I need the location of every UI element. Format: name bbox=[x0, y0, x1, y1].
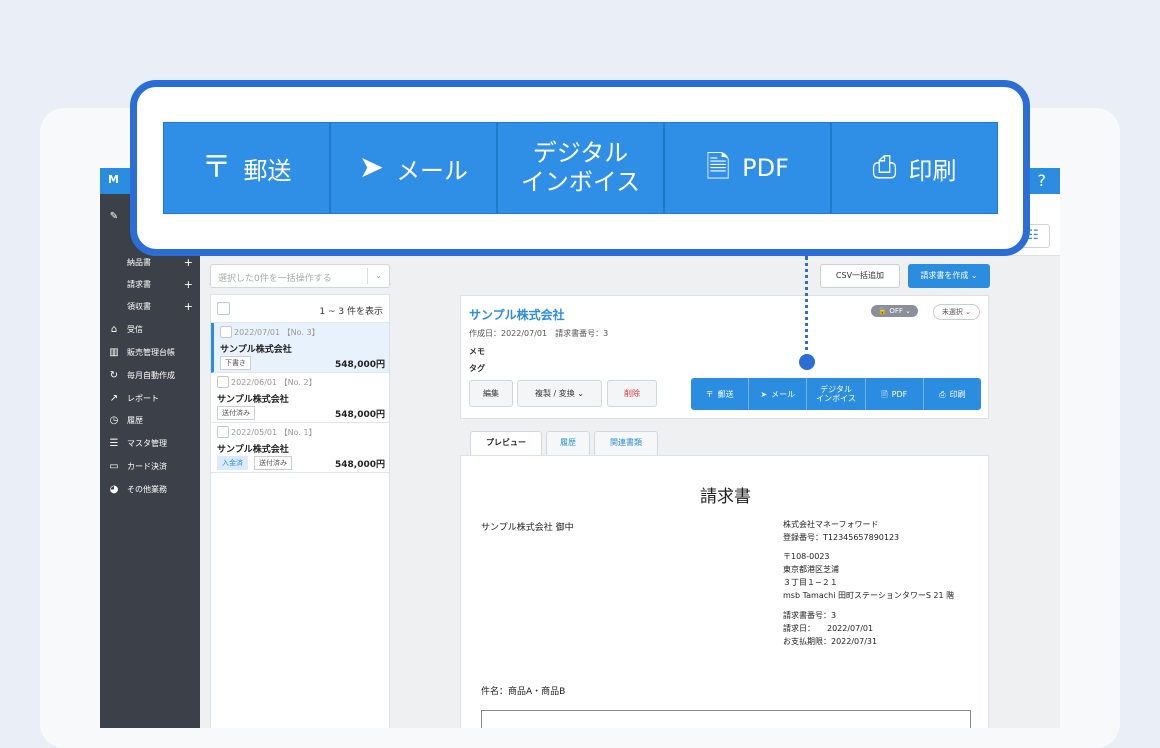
issuer-block: 株式会社マネーフォワード 登録番号：T12345657890123 〒108-0… bbox=[783, 520, 955, 646]
csv-import-button[interactable]: CSV一括追加 bbox=[820, 264, 900, 288]
sidebar-item-receipt[interactable]: 領収書 + bbox=[127, 298, 193, 314]
document-title: 請求書 bbox=[700, 487, 751, 507]
status-badge: 入金済 bbox=[217, 456, 248, 470]
history-icon: ◷ bbox=[109, 414, 119, 426]
digital-invoice-button-zoomed[interactable]: デジタル インボイス bbox=[498, 123, 665, 213]
document-icon: 🗎 bbox=[706, 150, 731, 185]
row-name: サンプル株式会社 bbox=[220, 345, 292, 355]
postal-mark-icon: 〒 bbox=[201, 150, 232, 185]
postal-mark-icon: 〒 bbox=[705, 389, 714, 399]
sidebar-item-other[interactable]: ◕ その他業務 bbox=[106, 481, 196, 497]
client-name: サンプル株式会社 御中 bbox=[481, 523, 574, 533]
tab-preview[interactable]: プレビュー bbox=[470, 431, 542, 457]
paper-plane-icon: ➤ bbox=[760, 389, 768, 399]
copy-convert-button[interactable]: 複製 / 変換 ⌄ bbox=[517, 380, 602, 407]
document-icon: 🗎 bbox=[881, 389, 888, 399]
sidebar-item-auto-create[interactable]: ↻ 毎月自動作成 bbox=[106, 367, 196, 383]
row-name: サンプル株式会社 bbox=[217, 395, 289, 405]
printer-icon: ⎙ bbox=[872, 150, 897, 185]
tag-label: タグ bbox=[469, 364, 485, 373]
ledger-icon: ▥ bbox=[109, 346, 119, 358]
send-options-bar-zoomed: 〒郵送 ➤ メール デジタル インボイス 🗎 PDF ⎙ 印刷 bbox=[163, 122, 998, 214]
callout-connector bbox=[805, 256, 808, 358]
print-button[interactable]: ⎙ 印刷 bbox=[924, 378, 981, 410]
row-checkbox[interactable] bbox=[220, 326, 232, 338]
edit-button[interactable]: 編集 bbox=[469, 380, 513, 407]
print-button-zoomed[interactable]: ⎙ 印刷 bbox=[832, 123, 997, 213]
delete-button[interactable]: 削除 bbox=[607, 380, 657, 407]
status-badge: 下書き bbox=[220, 356, 251, 370]
chevron-down-icon: ⌄ bbox=[367, 268, 389, 284]
bulk-action-select[interactable]: 選択した0件を一括操作する ⌄ bbox=[210, 264, 390, 288]
list-item[interactable]: 2022/07/01 【No. 3】 サンプル株式会社 下書き 548,000円 bbox=[211, 323, 389, 373]
row-amount: 548,000円 bbox=[335, 360, 385, 370]
select-all-checkbox[interactable] bbox=[217, 302, 230, 315]
inbox-icon: ⌂ bbox=[110, 323, 118, 335]
tab-related[interactable]: 関連書類 bbox=[594, 431, 658, 455]
callout-dot bbox=[799, 354, 815, 370]
refresh-icon: ↻ bbox=[109, 369, 119, 381]
detail-info: 作成日：2022/07/01 請求書番号：3 bbox=[469, 329, 609, 338]
list-icon: ☰ bbox=[109, 437, 119, 449]
list-header: 1 ~ 3 件を表示 bbox=[211, 295, 389, 323]
app-logo[interactable]: M bbox=[108, 173, 119, 186]
sidebar-item-card-payment[interactable]: ▭ カード決済 bbox=[106, 458, 196, 474]
sidebar-item-delivery-note[interactable]: 納品書 + bbox=[127, 254, 193, 270]
row-amount: 548,000円 bbox=[335, 460, 385, 470]
sidebar-item-ledger[interactable]: ▥ 販売管理台帳 bbox=[106, 344, 196, 360]
sidebar-item-history[interactable]: ◷ 履歴 bbox=[106, 412, 196, 428]
sidebar-item-master[interactable]: ☰ マスタ管理 bbox=[106, 435, 196, 451]
mail-button-zoomed[interactable]: ➤ メール bbox=[331, 123, 498, 213]
toggle-off-button[interactable]: 🔓 OFF ⌄ bbox=[871, 305, 918, 317]
mail-button[interactable]: ➤ メール bbox=[749, 378, 808, 410]
list-item[interactable]: 2022/05/01 【No. 1】 サンプル株式会社 入金済 送付済み 548… bbox=[211, 423, 389, 473]
post-button-zoomed[interactable]: 〒郵送 bbox=[164, 123, 331, 213]
paper-plane-icon: ➤ bbox=[358, 150, 385, 185]
plus-icon[interactable]: + bbox=[184, 278, 193, 291]
pdf-button-zoomed[interactable]: 🗎 PDF bbox=[665, 123, 832, 213]
list-count: 1 ~ 3 件を表示 bbox=[319, 307, 383, 317]
plus-icon[interactable]: + bbox=[184, 256, 193, 269]
row-meta: 2022/06/01 【No. 2】 bbox=[231, 378, 317, 387]
row-meta: 2022/05/01 【No. 1】 bbox=[231, 428, 317, 437]
sidebar-item-inbox[interactable]: ⌂ 受信 bbox=[106, 321, 196, 337]
digital-invoice-button[interactable]: デジタル インボイス bbox=[807, 378, 866, 410]
pencil-icon: ✎ bbox=[109, 210, 119, 222]
status-badge: 送付済み bbox=[217, 406, 255, 420]
create-invoice-button[interactable]: 請求書を作成 ⌄ bbox=[908, 264, 990, 288]
chart-icon: ↗ bbox=[109, 392, 119, 404]
sidebar: ✎ 納品書 + 請求書 + 領収書 + ⌂ 受信 ▥ 販売管理台帳 ↻ 毎月自動作成 ↗ レポ… bbox=[100, 194, 200, 728]
misc-icon: ◕ bbox=[109, 483, 119, 495]
plus-icon[interactable]: + bbox=[184, 300, 193, 313]
post-button[interactable]: 〒郵送 bbox=[691, 378, 750, 410]
status-select[interactable]: 未選択 ⌄ bbox=[932, 304, 980, 320]
row-checkbox[interactable] bbox=[217, 376, 229, 388]
status-badge: 送付済み bbox=[254, 456, 292, 470]
subject-line: 件名：商品A・商品B bbox=[481, 687, 566, 697]
lock-icon: 🔓 bbox=[878, 307, 888, 315]
list-item[interactable]: 2022/06/01 【No. 2】 サンプル株式会社 送付済み 548,000… bbox=[211, 373, 389, 423]
tab-history[interactable]: 履歴 bbox=[546, 431, 590, 455]
pdf-button[interactable]: 🗎 PDF bbox=[866, 378, 924, 410]
detail-title[interactable]: サンプル株式会社 bbox=[469, 306, 565, 323]
send-options-bar: 〒郵送 ➤ メール デジタル インボイス 🗎 PDF ⎙ 印刷 bbox=[691, 378, 981, 410]
invoice-preview: 請求書 サンプル株式会社 御中 株式会社マネーフォワード 登録番号：T12345… bbox=[460, 455, 989, 728]
row-name: サンプル株式会社 bbox=[217, 445, 289, 455]
printer-icon: ⎙ bbox=[939, 389, 946, 399]
row-meta: 2022/07/01 【No. 3】 bbox=[234, 328, 320, 337]
memo-label: メモ bbox=[469, 347, 485, 356]
sidebar-item-report[interactable]: ↗ レポート bbox=[106, 390, 196, 406]
help-icon[interactable]: ? bbox=[1038, 171, 1047, 190]
sidebar-item-invoice[interactable]: 請求書 + bbox=[127, 276, 193, 292]
row-amount: 548,000円 bbox=[335, 410, 385, 420]
card-icon: ▭ bbox=[109, 460, 119, 472]
row-checkbox[interactable] bbox=[217, 426, 229, 438]
invoice-detail-card: サンプル株式会社 🔓 OFF ⌄ 未選択 ⌄ 作成日：2022/07/01 請求… bbox=[460, 295, 989, 419]
items-table bbox=[481, 710, 971, 728]
invoice-list: 1 ~ 3 件を表示 2022/07/01 【No. 3】 サンプル株式会社 下… bbox=[210, 294, 390, 728]
